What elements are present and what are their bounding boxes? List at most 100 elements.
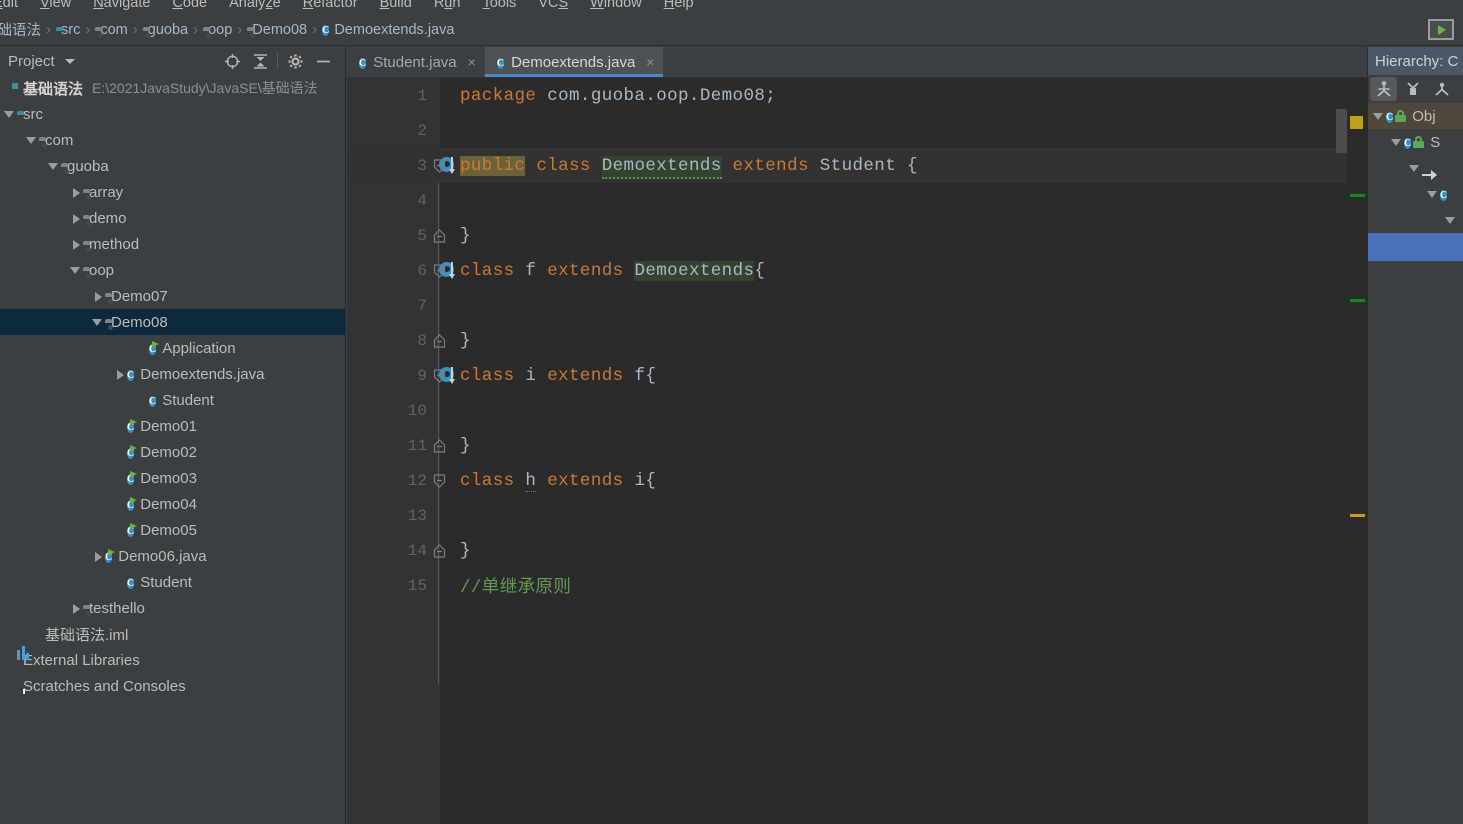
- code-line[interactable]: 12 class h extends i{: [347, 463, 1367, 498]
- chevron-right-icon[interactable]: [69, 601, 83, 615]
- chevron-down-icon[interactable]: [64, 58, 75, 64]
- editor-tab-demoextends-java[interactable]: C Demoextends.java ×: [484, 47, 664, 77]
- tree-row[interactable]: 基础语法.iml: [0, 621, 345, 647]
- code-fold-marker[interactable]: [433, 543, 446, 558]
- subtypes-hierarchy-icon[interactable]: [1428, 77, 1455, 101]
- menu-run[interactable]: Run: [423, 0, 472, 14]
- code-fold-marker[interactable]: [433, 228, 446, 243]
- select-opened-file-icon[interactable]: [218, 48, 246, 74]
- tree-row[interactable]: demo: [0, 205, 345, 231]
- chevron-right-icon[interactable]: [113, 367, 127, 381]
- supertypes-hierarchy-icon[interactable]: [1399, 77, 1426, 101]
- hierarchy-tree-row[interactable]: [1368, 155, 1463, 181]
- tree-row[interactable]: External Libraries: [0, 646, 345, 673]
- hierarchy-tree-row[interactable]: CS: [1368, 129, 1463, 155]
- breadcrumb-item-Demo08[interactable]: Demo08: [247, 22, 307, 38]
- menu-help[interactable]: Help: [653, 0, 705, 14]
- tree-row[interactable]: src: [0, 101, 345, 127]
- tree-row[interactable]: array: [0, 179, 345, 205]
- project-tree[interactable]: 基础语法 E:\2021JavaStudy\JavaSE\基础语法 src com gu…: [0, 75, 345, 824]
- code-line[interactable]: 10: [347, 393, 1367, 428]
- editor-tab-student-java[interactable]: C Student.java ×: [347, 47, 485, 77]
- code-line[interactable]: 3 public class Demoextends extends Studen…: [347, 148, 1367, 183]
- type-hierarchy-icon[interactable]: [1370, 77, 1397, 101]
- code-line[interactable]: 9 class i extends f{: [347, 358, 1367, 393]
- menu-window[interactable]: Window: [579, 0, 653, 14]
- code-fold-marker[interactable]: [433, 158, 446, 173]
- chevron-right-icon[interactable]: [69, 211, 83, 225]
- hierarchy-tree-row[interactable]: C: [1368, 181, 1463, 207]
- chevron-right-icon[interactable]: [91, 549, 105, 563]
- breadcrumb-item-src[interactable]: src: [56, 22, 80, 38]
- code-fold-marker[interactable]: [433, 263, 446, 278]
- tree-row[interactable]: com: [0, 127, 345, 153]
- code-line[interactable]: 15 //单继承原则: [347, 568, 1367, 603]
- tree-row[interactable]: C Demoextends.java: [0, 361, 345, 387]
- code-line[interactable]: 8}: [347, 323, 1367, 358]
- chevron-right-icon[interactable]: [69, 237, 83, 251]
- chevron-down-icon[interactable]: [1390, 135, 1404, 149]
- error-stripe-marker-bar[interactable]: [1347, 109, 1367, 824]
- tree-row[interactable]: Scratches and Consoles: [0, 673, 345, 699]
- menu-build[interactable]: Build: [369, 0, 423, 14]
- stripe-marker-warning[interactable]: [1350, 116, 1363, 129]
- menu-refactor[interactable]: Refactor: [292, 0, 369, 14]
- tree-row[interactable]: C Demo02: [0, 439, 345, 465]
- close-icon[interactable]: ×: [468, 54, 476, 70]
- chevron-down-icon[interactable]: [1408, 161, 1422, 175]
- restore-run-window-button[interactable]: [1428, 19, 1454, 40]
- code-line[interactable]: 5}: [347, 218, 1367, 253]
- tree-row[interactable]: Demo07: [0, 283, 345, 309]
- code-fold-marker[interactable]: [433, 368, 446, 383]
- code-editor[interactable]: 1 package com.guoba.oop.Demo08; 2 3 public c…: [347, 78, 1367, 824]
- chevron-down-icon[interactable]: [3, 107, 17, 121]
- menu-code[interactable]: Code: [161, 0, 218, 14]
- tree-row[interactable]: C Demo05: [0, 517, 345, 543]
- code-fold-marker[interactable]: [433, 333, 446, 348]
- tree-row[interactable]: C Application: [0, 335, 345, 361]
- chevron-down-icon[interactable]: [1372, 109, 1386, 123]
- hierarchy-tree-row[interactable]: [1368, 233, 1463, 261]
- tree-row[interactable]: oop: [0, 257, 345, 283]
- tree-row[interactable]: C Demo01: [0, 413, 345, 439]
- hierarchy-tree[interactable]: C Obj C S C: [1368, 103, 1463, 261]
- stripe-marker-warning-2[interactable]: [1350, 514, 1365, 517]
- menu-vcs[interactable]: VCS: [527, 0, 579, 14]
- tree-row[interactable]: C Demo06.java: [0, 543, 345, 569]
- menu-tools[interactable]: Tools: [471, 0, 527, 14]
- tree-row[interactable]: C Student: [0, 387, 345, 413]
- code-line[interactable]: 7: [347, 288, 1367, 323]
- editor-vertical-scrollbar[interactable]: [1336, 109, 1347, 153]
- chevron-down-icon[interactable]: [91, 315, 105, 329]
- minimize-icon[interactable]: [309, 48, 337, 74]
- chevron-down-icon[interactable]: [69, 263, 83, 277]
- code-line[interactable]: 13: [347, 498, 1367, 533]
- tree-row[interactable]: Demo08: [0, 309, 345, 335]
- chevron-right-icon[interactable]: [91, 289, 105, 303]
- chevron-down-icon[interactable]: [25, 133, 39, 147]
- chevron-down-icon[interactable]: [1444, 213, 1458, 227]
- stripe-marker-change-1[interactable]: [1350, 194, 1365, 197]
- code-line[interactable]: 14}: [347, 533, 1367, 568]
- breadcrumb-item-guoba[interactable]: guoba: [143, 22, 188, 38]
- tree-row[interactable]: testhello: [0, 595, 345, 621]
- tree-row[interactable]: 基础语法 E:\2021JavaStudy\JavaSE\基础语法: [0, 75, 345, 101]
- tree-row[interactable]: C Demo04: [0, 491, 345, 517]
- breadcrumb-item-[interactable]: 基础语法: [0, 19, 41, 40]
- menu-navigate[interactable]: Navigate: [82, 0, 161, 14]
- chevron-down-icon[interactable]: [47, 159, 61, 173]
- code-line[interactable]: 2: [347, 113, 1367, 148]
- menu-view[interactable]: View: [29, 0, 82, 14]
- tree-row[interactable]: guoba: [0, 153, 345, 179]
- hierarchy-tree-row[interactable]: [1368, 207, 1463, 233]
- stripe-marker-change-2[interactable]: [1350, 299, 1365, 302]
- gear-icon[interactable]: [281, 48, 309, 74]
- hierarchy-tree-row[interactable]: C Obj: [1368, 103, 1463, 129]
- tree-row[interactable]: C Demo03: [0, 465, 345, 491]
- breadcrumb-item-Demoextendsjava[interactable]: C Demoextends.java: [322, 21, 454, 38]
- code-fold-marker[interactable]: [433, 438, 446, 453]
- code-line[interactable]: 11}: [347, 428, 1367, 463]
- code-line[interactable]: 4: [347, 183, 1367, 218]
- code-line[interactable]: 6 class f extends Demoextends{: [347, 253, 1367, 288]
- menu-analyze[interactable]: Analyze: [218, 0, 292, 14]
